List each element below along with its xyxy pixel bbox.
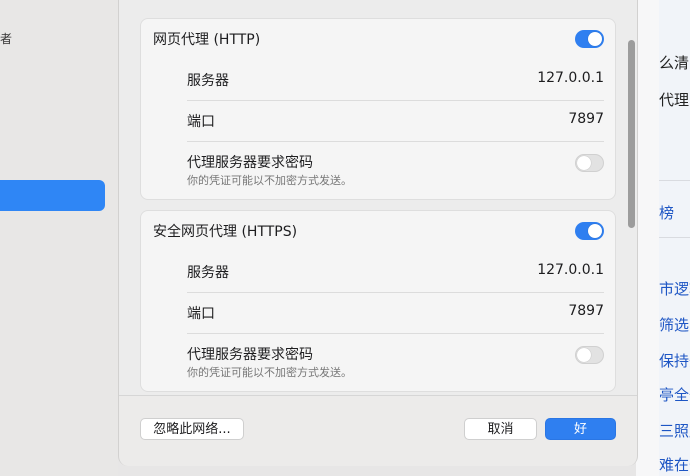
- https-proxy-row: 安全网页代理 (HTTPS): [141, 211, 615, 251]
- toggle-knob: [577, 156, 591, 170]
- https-proxy-toggle[interactable]: [575, 222, 604, 240]
- background-link[interactable]: 保持开: [659, 350, 690, 371]
- background-link[interactable]: 三照顾: [659, 420, 690, 441]
- https-proxy-title: 安全网页代理 (HTTPS): [153, 224, 298, 240]
- proxy-list-scroll-area[interactable]: 网页代理 (HTTP) 服务器 127.0.0.1 端口 7897 代理服务器要…: [119, 0, 637, 395]
- http-port-label: 端口: [187, 114, 215, 130]
- background-link[interactable]: 榜: [659, 202, 674, 223]
- http-proxy-row: 网页代理 (HTTP): [141, 19, 615, 59]
- http-auth-row: 代理服务器要求密码 你的凭证可能以不加密方式发送。: [141, 142, 615, 198]
- http-proxy-toggle[interactable]: [575, 30, 604, 48]
- cancel-button[interactable]: 取消: [464, 418, 537, 440]
- background-link[interactable]: 市逻辑: [659, 278, 690, 299]
- toggle-knob: [588, 224, 602, 238]
- http-auth-label: 代理服务器要求密码: [187, 155, 313, 171]
- https-auth-row: 代理服务器要求密码 你的凭证可能以不加密方式发送。: [141, 334, 615, 390]
- https-port-label: 端口: [187, 306, 215, 322]
- https-auth-toggle[interactable]: [575, 346, 604, 364]
- background-sidebar-text: 者: [0, 32, 13, 46]
- background-page-column: [636, 0, 659, 476]
- http-port-row: 端口 7897: [141, 101, 615, 141]
- scrollbar-thumb[interactable]: [628, 40, 635, 228]
- http-server-row: 服务器 127.0.0.1: [141, 60, 615, 100]
- https-port-field[interactable]: 7897: [568, 303, 604, 319]
- http-auth-description: 你的凭证可能以不加密方式发送。: [187, 174, 352, 187]
- https-server-row: 服务器 127.0.0.1: [141, 252, 615, 292]
- background-page: 么清除 代理 榜 市逻辑 筛选出 保持开 亭全开 三照顾 难在于: [636, 0, 690, 476]
- https-server-field[interactable]: 127.0.0.1: [537, 262, 604, 278]
- https-auth-description: 你的凭证可能以不加密方式发送。: [187, 366, 352, 379]
- https-server-label: 服务器: [187, 265, 229, 281]
- toggle-knob: [588, 32, 602, 46]
- background-sidebar-selected-item: [0, 180, 105, 211]
- background-text: 么清除: [659, 54, 690, 72]
- https-auth-label: 代理服务器要求密码: [187, 347, 313, 363]
- background-link[interactable]: 亭全开: [659, 384, 690, 405]
- background-link[interactable]: 难在于: [659, 454, 690, 475]
- background-divider: [659, 180, 690, 181]
- footer-divider: [119, 395, 637, 396]
- http-server-label: 服务器: [187, 73, 229, 89]
- http-proxy-section: 网页代理 (HTTP) 服务器 127.0.0.1 端口 7897 代理服务器要…: [140, 18, 616, 200]
- toggle-knob: [577, 348, 591, 362]
- proxy-settings-sheet: 网页代理 (HTTP) 服务器 127.0.0.1 端口 7897 代理服务器要…: [118, 0, 638, 466]
- background-text: 代理: [659, 91, 690, 109]
- http-port-field[interactable]: 7897: [568, 111, 604, 127]
- ignore-network-button[interactable]: 忽略此网络...: [140, 418, 244, 440]
- https-proxy-section: 安全网页代理 (HTTPS) 服务器 127.0.0.1 端口 7897 代理服…: [140, 210, 616, 392]
- background-link[interactable]: 筛选出: [659, 314, 690, 335]
- ok-button[interactable]: 好: [545, 418, 616, 440]
- http-proxy-title: 网页代理 (HTTP): [153, 32, 261, 48]
- http-auth-toggle[interactable]: [575, 154, 604, 172]
- https-port-row: 端口 7897: [141, 293, 615, 333]
- http-server-field[interactable]: 127.0.0.1: [537, 70, 604, 86]
- background-divider: [659, 237, 690, 238]
- background-sidebar: 者: [0, 0, 118, 476]
